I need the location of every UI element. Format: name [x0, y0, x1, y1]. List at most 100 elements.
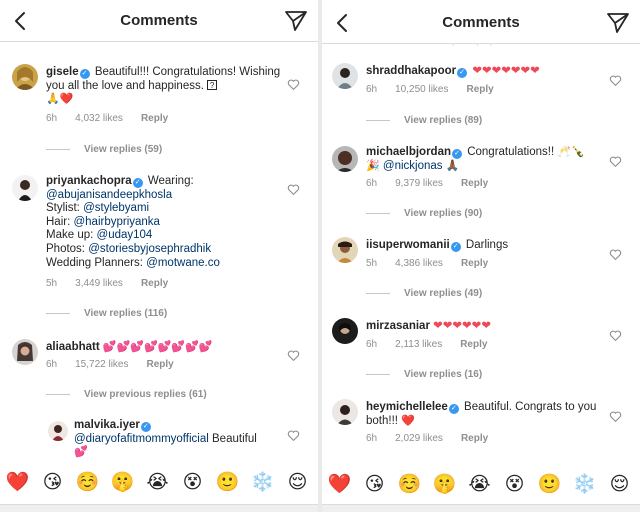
emoji-kiss[interactable]: 😘: [35, 471, 70, 494]
divider-line: [366, 119, 390, 121]
emoji-snowflake[interactable]: ❄️: [567, 472, 602, 496]
emoji-quick-bar: ❤️ 😘 ☺️ 🤫 😭 😵 🙂 ❄️ 😌: [0, 466, 318, 498]
mention-link[interactable]: @storiesbyjosephradhik: [88, 243, 211, 255]
reply-button[interactable]: Reply: [147, 359, 174, 370]
avatar[interactable]: [12, 64, 38, 90]
comment-emoji: 🥂🍾: [557, 146, 585, 158]
avatar[interactable]: [12, 175, 38, 201]
divider-line: [366, 212, 390, 214]
view-replies-link[interactable]: View replies (49): [366, 288, 482, 299]
heart-like-icon[interactable]: [287, 429, 300, 442]
emoji-shush[interactable]: 🤫: [105, 470, 140, 494]
comment-likes[interactable]: 2,029 likes: [395, 433, 443, 444]
emoji-relieved[interactable]: 😌: [602, 473, 637, 496]
comment-username[interactable]: heymichellelee: [366, 401, 448, 413]
comment-likes[interactable]: 2,113 likes: [395, 339, 442, 350]
comment-text: ❤❤❤❤❤❤: [433, 320, 491, 332]
mention-link[interactable]: @uday104: [97, 229, 153, 241]
verified-badge-icon: ✓: [450, 242, 461, 252]
emoji-cry[interactable]: 😭: [140, 471, 175, 494]
comment-username[interactable]: gisele: [46, 66, 79, 78]
view-previous-replies-link[interactable]: View previous replies (61): [46, 389, 207, 400]
comment-time: 6h: [366, 178, 378, 189]
emoji-slight-smile[interactable]: 🙂: [532, 472, 567, 496]
comment-input-bar[interactable]: [322, 504, 640, 512]
avatar[interactable]: [48, 421, 68, 441]
reply-button[interactable]: Reply: [461, 258, 488, 269]
comment-emoji: 💕: [74, 446, 88, 459]
comment-username[interactable]: priyankachopra: [46, 175, 132, 187]
comment-username[interactable]: aliaabhatt: [46, 341, 100, 353]
emoji-shush[interactable]: 🤫: [427, 472, 462, 496]
emoji-smile[interactable]: ☺️: [70, 470, 105, 494]
heart-like-icon[interactable]: [609, 410, 622, 423]
heart-like-icon[interactable]: [287, 183, 300, 196]
heart-like-icon[interactable]: [609, 74, 622, 87]
comment-meta: 6h 2,113 likes Reply: [366, 339, 505, 350]
emoji-quick-bar: ❤️ 😘 ☺️ 🤫 😭 😵 🙂 ❄️ 😌: [322, 468, 640, 500]
emoji-smile[interactable]: ☺️: [392, 472, 427, 496]
emoji-slight-smile[interactable]: 🙂: [210, 470, 245, 494]
emoji-heart[interactable]: ❤️: [0, 470, 35, 494]
heart-like-icon[interactable]: [287, 78, 300, 91]
heart-like-icon[interactable]: [609, 329, 622, 342]
avatar[interactable]: [332, 146, 358, 172]
view-replies-link[interactable]: View replies (16): [366, 369, 482, 380]
comment-input-bar[interactable]: [0, 504, 318, 512]
emoji-snowflake[interactable]: ❄️: [245, 470, 280, 494]
emoji-heart[interactable]: ❤️: [322, 472, 357, 496]
comment-likes[interactable]: 15,722 likes: [75, 359, 128, 370]
comment-username[interactable]: mirzasaniar: [366, 320, 430, 332]
comment-username[interactable]: iisuperwomanii: [366, 239, 450, 251]
comment-username[interactable]: malvika.iyer: [74, 419, 140, 431]
comment-likes[interactable]: 4,386 likes: [395, 258, 443, 269]
credit-label: Make up:: [46, 229, 94, 242]
reply-button[interactable]: Reply: [461, 178, 488, 189]
reply-button[interactable]: Reply: [461, 433, 488, 444]
mention-link[interactable]: @stylebyami: [83, 202, 149, 214]
comment-likes[interactable]: 10,250 likes: [395, 84, 448, 95]
view-replies-link[interactable]: View replies (116): [46, 308, 167, 319]
comment-emoji: 🎉: [366, 159, 380, 172]
comment-likes[interactable]: 4,032 likes: [75, 113, 123, 124]
reply-button[interactable]: Reply: [460, 339, 487, 350]
emoji-dizzy[interactable]: 😵: [497, 473, 532, 496]
mention-link[interactable]: @hairbypriyanka: [73, 216, 159, 228]
emoji-cry[interactable]: 😭: [462, 473, 497, 496]
view-replies-link[interactable]: View replies (59): [46, 144, 162, 155]
mention-link[interactable]: @nickjonas: [383, 160, 443, 172]
heart-like-icon[interactable]: [609, 248, 622, 261]
reply-button[interactable]: Reply: [141, 113, 168, 124]
avatar[interactable]: [332, 237, 358, 263]
comment-emoji: 🙏❤️: [46, 93, 74, 106]
avatar[interactable]: [332, 399, 358, 425]
heart-like-icon[interactable]: [287, 349, 300, 362]
comments-screen-right: Comments View hidden replies (23) shradd…: [322, 0, 640, 512]
divider-line: [46, 148, 70, 150]
emoji-kiss[interactable]: 😘: [357, 473, 392, 496]
mention-link[interactable]: @diaryofafitmommyofficial: [74, 433, 209, 445]
comment-meta: 6h 10,250 likes Reply: [366, 84, 512, 95]
view-replies-link[interactable]: View replies (89): [366, 115, 482, 126]
reply-button[interactable]: Reply: [467, 84, 494, 95]
direct-send-icon[interactable]: [284, 9, 308, 33]
comment-likes[interactable]: 9,379 likes: [395, 178, 443, 189]
mention-link[interactable]: @motwane.co: [146, 257, 220, 269]
reply-button[interactable]: Reply: [141, 278, 168, 289]
view-replies-link[interactable]: View replies (90): [366, 208, 482, 219]
comment-meta: 5h 4,386 likes Reply: [366, 258, 506, 269]
credit-label: Photos:: [46, 242, 85, 255]
comment-likes[interactable]: 3,449 likes: [75, 278, 123, 289]
mention-link[interactable]: @abujanisandeepkhosla: [46, 189, 172, 201]
comment-username[interactable]: shraddhakapoor: [366, 65, 456, 77]
heart-like-icon[interactable]: [609, 155, 622, 168]
direct-send-icon[interactable]: [606, 11, 630, 35]
comment-username[interactable]: michaelbjordan: [366, 146, 451, 158]
avatar[interactable]: [332, 318, 358, 344]
avatar[interactable]: [12, 339, 38, 365]
avatar[interactable]: [332, 63, 358, 89]
emoji-relieved[interactable]: 😌: [280, 471, 315, 494]
emoji-dizzy[interactable]: 😵: [175, 471, 210, 494]
credit-label: Stylist:: [46, 202, 80, 215]
verified-badge-icon: ✓: [448, 404, 459, 414]
